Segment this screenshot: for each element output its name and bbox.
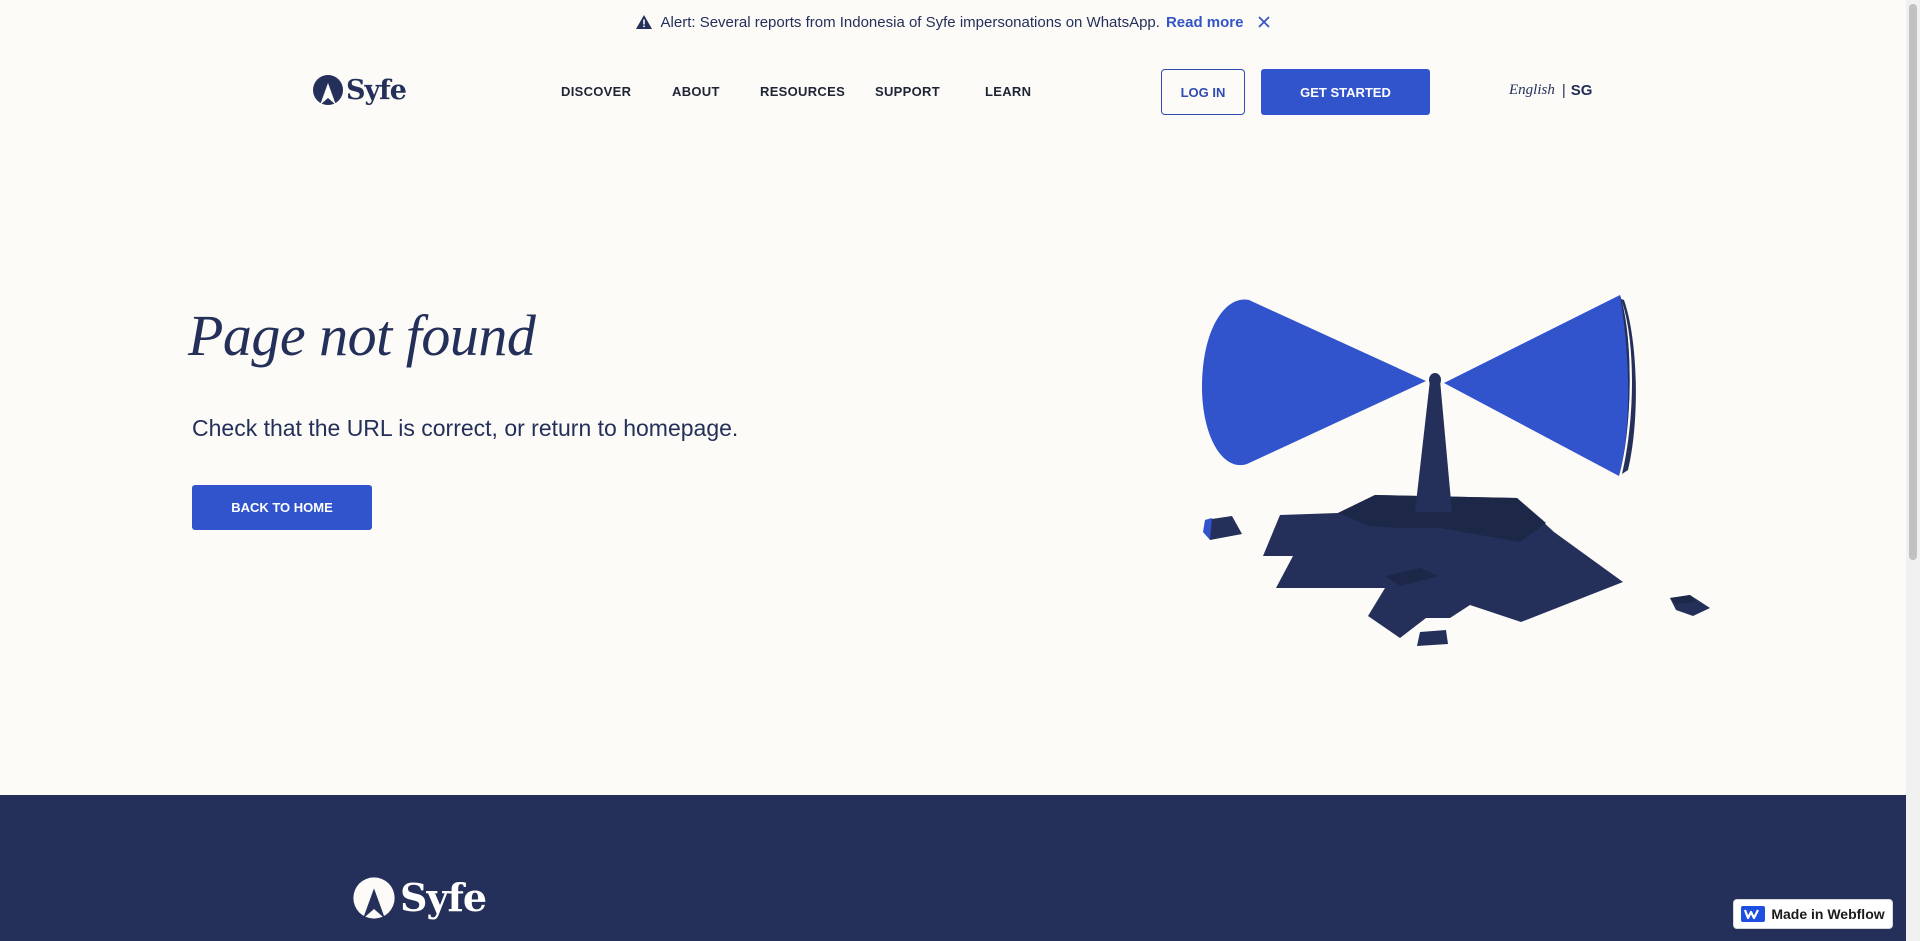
language-selector[interactable]: English | SG — [1509, 82, 1592, 99]
login-button[interactable]: LOG IN — [1161, 69, 1245, 115]
nav-learn[interactable]: LEARN — [985, 84, 1031, 99]
made-in-webflow-badge[interactable]: Made in Webflow — [1733, 899, 1893, 929]
get-started-button[interactable]: GET STARTED — [1261, 69, 1430, 115]
nav-support[interactable]: SUPPORT — [875, 84, 940, 99]
nav-about[interactable]: ABOUT — [672, 84, 720, 99]
region-label: SG — [1570, 82, 1593, 99]
footer-logo-text: Syfe — [400, 875, 487, 920]
page-subtitle: Check that the URL is correct, or return… — [192, 415, 739, 441]
nav-resources[interactable]: RESOURCES — [760, 84, 845, 99]
footer-logo[interactable]: Syfe — [352, 875, 487, 920]
logo-text: Syfe — [346, 74, 407, 106]
page-title: Page not found — [188, 303, 536, 368]
webflow-icon — [1741, 906, 1766, 922]
badge-label: Made in Webflow — [1771, 906, 1885, 922]
site-footer: Syfe — [0, 795, 1906, 941]
syfe-mark-icon — [313, 75, 343, 105]
read-more-link[interactable]: Read more — [1166, 14, 1244, 31]
close-icon[interactable] — [1257, 15, 1271, 29]
alert-banner: Alert: Several reports from Indonesia of… — [0, 0, 1906, 44]
language-label: English — [1509, 82, 1555, 98]
nav-discover[interactable]: DISCOVER — [561, 84, 631, 99]
alert-message: Alert: Several reports from Indonesia of… — [660, 13, 1160, 31]
warning-icon — [635, 15, 652, 29]
lost-island-illustration — [1202, 295, 1710, 646]
syfe-logo[interactable]: Syfe — [312, 74, 407, 106]
scroll-thumb[interactable] — [1909, 4, 1917, 560]
page-scrollbar[interactable] — [1906, 0, 1920, 941]
syfe-mark-icon — [353, 876, 395, 919]
site-header: Syfe DISCOVER ABOUT RESOURCES SUPPORT LE… — [0, 44, 1906, 138]
back-to-home-button[interactable]: BACK TO HOME — [192, 485, 372, 530]
language-separator: | — [1561, 82, 1566, 99]
